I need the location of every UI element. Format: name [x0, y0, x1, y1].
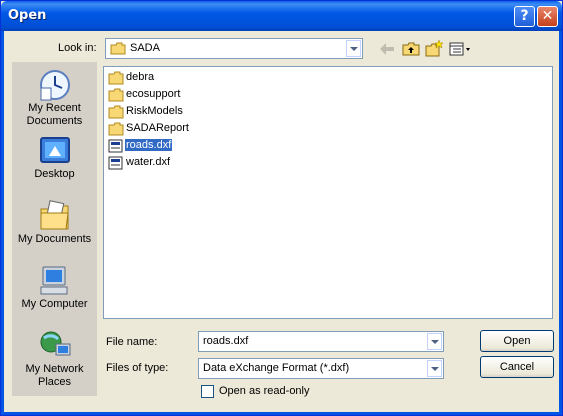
place-label: Desktop	[34, 168, 75, 180]
chevron-down-icon	[430, 339, 439, 344]
place-my-documents[interactable]: My Documents	[12, 199, 97, 246]
file-name: roads.dxf	[123, 138, 174, 152]
file-name-value: roads.dxf	[203, 335, 249, 347]
place-label: My Network Places	[25, 363, 84, 388]
place-label: My Recent Documents	[26, 102, 83, 127]
folder-icon	[108, 105, 124, 119]
file-name: RiskModels	[126, 105, 183, 117]
look-in-dropdown-arrow[interactable]	[346, 40, 361, 57]
my-computer-icon	[40, 266, 67, 295]
place-desktop[interactable]: Desktop	[12, 134, 97, 181]
file-name: water.dxf	[126, 156, 171, 168]
views-menu-icon[interactable]	[448, 39, 472, 59]
folder-icon	[108, 88, 124, 102]
cancel-button[interactable]: Cancel	[480, 356, 554, 378]
folder-icon	[108, 71, 124, 85]
file-type-label: Files of type:	[106, 362, 169, 374]
file-type-value: Data eXchange Format (*.dxf)	[203, 362, 350, 374]
chevron-down-icon	[430, 366, 439, 371]
file-name-dropdown-arrow[interactable]	[427, 333, 442, 350]
close-button[interactable]: ✕	[537, 6, 558, 27]
file-name-label: File name:	[106, 336, 158, 348]
file-name-input[interactable]: roads.dxf	[198, 331, 444, 352]
desktop-icon	[39, 137, 70, 163]
file-type-dropdown-arrow[interactable]	[427, 360, 442, 377]
places-bar: My Recent Documents Desktop My Documents	[12, 62, 97, 396]
network-places-icon	[40, 331, 70, 356]
file-name: ecosupport	[126, 88, 181, 100]
place-my-computer[interactable]: My Computer	[12, 264, 97, 311]
chevron-down-icon	[349, 46, 358, 51]
dxf-file-icon	[108, 156, 123, 170]
place-my-recent-documents[interactable]: My Recent Documents	[12, 68, 97, 128]
open-button[interactable]: Open	[480, 330, 554, 352]
readonly-checkbox[interactable]	[201, 385, 214, 398]
folder-icon	[108, 122, 124, 136]
file-type-select[interactable]: Data eXchange Format (*.dxf)	[198, 358, 444, 379]
new-folder-icon[interactable]	[424, 39, 444, 59]
my-documents-icon	[40, 200, 69, 230]
look-in-label: Look in:	[58, 42, 97, 54]
readonly-label: Open as read-only	[219, 385, 310, 397]
place-my-network-places[interactable]: My Network Places	[12, 329, 97, 389]
up-folder-icon[interactable]	[401, 39, 421, 59]
file-list[interactable]: debra ecosupport RiskModels SADAReport r…	[103, 66, 553, 319]
place-label: My Documents	[17, 233, 92, 245]
title-bar[interactable]: Open ? ✕	[1, 1, 562, 31]
look-in-value: SADA	[130, 42, 160, 54]
dxf-file-icon	[108, 139, 123, 153]
help-button[interactable]: ?	[514, 6, 535, 27]
file-name: SADAReport	[126, 122, 189, 134]
file-name: debra	[126, 71, 155, 83]
place-label: My Computer	[21, 298, 88, 310]
recent-documents-icon	[39, 70, 70, 101]
look-in-combo[interactable]: SADA	[105, 38, 363, 59]
window-title: Open	[8, 8, 47, 23]
open-dialog: Open ? ✕ Look in: SADA My Recent Documen…	[0, 0, 563, 416]
back-arrow-icon[interactable]	[377, 39, 397, 59]
folder-icon	[110, 42, 126, 55]
